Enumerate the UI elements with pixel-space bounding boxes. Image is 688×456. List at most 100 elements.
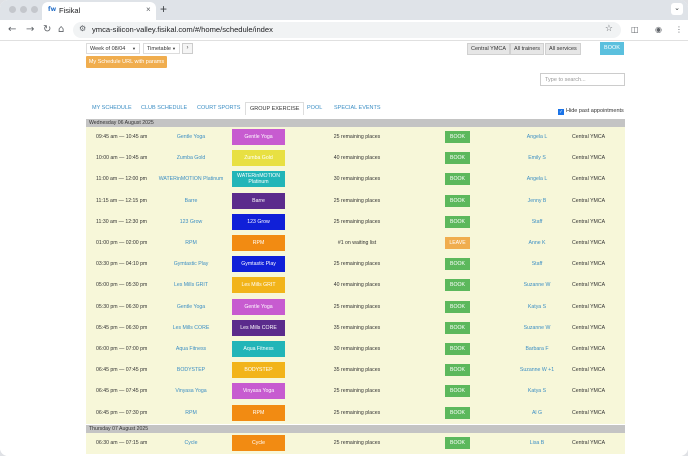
profile-icon[interactable]: ◉ (655, 25, 662, 34)
class-color-badge[interactable]: WATERinMOTION Platinum (232, 171, 285, 188)
tab-court-sports[interactable]: COURT SPORTS (197, 105, 240, 111)
instructor-link[interactable]: Suzanne W +1 (506, 367, 568, 373)
class-name-link[interactable]: BODYSTEP (146, 367, 236, 373)
class-color-badge[interactable]: Zumba Gold (232, 150, 285, 167)
instructor-link[interactable]: Katya S (506, 388, 568, 394)
class-name-link[interactable]: Les Mills CORE (146, 325, 236, 331)
class-color-badge[interactable]: Gentle Yoga (232, 129, 285, 145)
close-icon[interactable]: × (146, 5, 151, 14)
schedule-url-button[interactable]: My Schedule URL with params (86, 56, 167, 68)
forward-icon[interactable]: → (26, 24, 34, 35)
class-time: 01:00 pm — 02:00 pm (96, 240, 148, 246)
more-menu-icon[interactable]: ⋮ (675, 25, 683, 34)
instructor-link[interactable]: Jenny B (506, 198, 568, 204)
leave-button[interactable]: LEAVE (445, 237, 470, 249)
class-color-badge[interactable]: Aqua Fitness (232, 341, 285, 357)
tab-my-schedule[interactable]: MY SCHEDULE (92, 105, 132, 111)
class-color-badge[interactable]: Les Mills CORE (232, 319, 285, 336)
tab-search-icon[interactable]: ⌄ (671, 3, 683, 15)
class-color-badge[interactable]: BODYSTEP (232, 362, 285, 379)
book-button[interactable]: BOOK (445, 279, 470, 292)
back-icon[interactable]: ← (8, 24, 16, 35)
class-name-link[interactable]: Barre (146, 198, 236, 204)
new-tab-button[interactable]: + (160, 2, 167, 16)
class-name-link[interactable]: Gentle Yoga (146, 304, 236, 310)
instructor-link[interactable]: Barbara F (506, 346, 568, 352)
window-minimize-dot[interactable] (20, 6, 27, 13)
class-color-badge[interactable]: Gentle Yoga (232, 298, 285, 315)
class-color-badge[interactable]: Cycle (232, 434, 285, 451)
book-button[interactable]: BOOK (445, 321, 470, 334)
view-select[interactable]: Timetable ▼ (143, 43, 180, 54)
instructor-link[interactable]: Katya S (506, 304, 568, 310)
extensions-icon[interactable]: ◫ (631, 25, 639, 34)
checkbox-checked-icon[interactable]: ✓ (558, 109, 564, 115)
class-color-badge[interactable]: Vinyasa Yoga (232, 383, 285, 400)
class-color-badge[interactable]: Gymtastic Play (232, 256, 285, 273)
book-button[interactable]: BOOK (445, 258, 470, 271)
window-close-dot[interactable] (9, 6, 16, 13)
class-name-link[interactable]: Vinyasa Yoga (146, 388, 236, 394)
book-button[interactable]: BOOK (445, 131, 470, 143)
class-name-link[interactable]: Les Mills GRIT (146, 282, 236, 288)
class-color-badge[interactable]: RPM (232, 404, 285, 421)
book-button[interactable]: BOOK (445, 173, 470, 186)
tab-group-exercise[interactable]: GROUP EXERCISE (245, 102, 305, 115)
instructor-link[interactable]: Staff (506, 219, 568, 225)
class-name-link[interactable]: Aqua Fitness (146, 346, 236, 352)
places-status: 25 remaining places (333, 388, 381, 395)
tab-club-schedule[interactable]: CLUB SCHEDULE (141, 105, 187, 111)
instructor-link[interactable]: Al G (506, 410, 568, 416)
trainer-filter[interactable]: All trainers (510, 43, 544, 55)
book-button[interactable]: BOOK (445, 152, 470, 165)
url-text[interactable]: ymca-silicon-valley.fisikal.com/#/home/s… (92, 25, 273, 34)
class-name-link[interactable]: Gentle Yoga (146, 134, 236, 140)
class-name-link[interactable]: RPM (146, 410, 236, 416)
instructor-link[interactable]: Anne K (506, 240, 568, 246)
class-color-badge[interactable]: Barre (232, 192, 285, 209)
class-name-link[interactable]: WATERinMOTION Platinum (146, 176, 236, 182)
address-bar[interactable]: ⚙ ymca-silicon-valley.fisikal.com/#/home… (73, 22, 621, 38)
class-color-badge[interactable]: RPM (232, 235, 285, 251)
instructor-link[interactable]: Suzanne W (506, 282, 568, 288)
week-select-value: Week of 08/04 (90, 46, 126, 52)
instructor-link[interactable]: Angela L (506, 176, 568, 182)
tab-pool[interactable]: POOL (307, 105, 322, 111)
book-button[interactable]: BOOK (445, 436, 470, 449)
next-week-button[interactable]: › (182, 43, 193, 54)
instructor-link[interactable]: Lisa B (506, 440, 568, 446)
class-color-badge[interactable]: Les Mills GRIT (232, 277, 285, 294)
class-name-link[interactable]: Gymtastic Play (146, 261, 236, 267)
class-name-link[interactable]: Zumba Gold (146, 155, 236, 161)
reload-icon[interactable]: ↻ (43, 24, 51, 35)
instructor-link[interactable]: Emily S (506, 155, 568, 161)
instructor-link[interactable]: Staff (506, 261, 568, 267)
location-filter[interactable]: Central YMCA (467, 43, 511, 55)
book-button[interactable]: BOOK (445, 385, 470, 398)
places-status: 30 remaining places (333, 346, 381, 352)
class-name-link[interactable]: 123 Grow (146, 219, 236, 225)
window-zoom-dot[interactable] (31, 6, 38, 13)
book-button[interactable]: BOOK (600, 42, 624, 55)
book-button[interactable]: BOOK (445, 194, 470, 207)
instructor-link[interactable]: Angela L (506, 134, 568, 140)
browser-tab[interactable]: fw Fisikal × (42, 2, 156, 20)
class-name-link[interactable]: RPM (146, 240, 236, 246)
home-icon[interactable]: ⌂ (58, 24, 64, 35)
bookmark-star-icon[interactable]: ☆ (605, 24, 613, 34)
book-button[interactable]: BOOK (445, 364, 470, 377)
class-color-badge[interactable]: 123 Grow (232, 213, 285, 230)
hide-past-toggle[interactable]: ✓ Hide past appointments (558, 108, 624, 115)
search-input[interactable]: Type to search... (540, 73, 625, 86)
book-button[interactable]: BOOK (445, 406, 470, 419)
week-select[interactable]: Week of 08/04 ▼ (86, 43, 140, 54)
tab-special-events[interactable]: SPECIAL EVENTS (334, 105, 381, 111)
book-button[interactable]: BOOK (445, 300, 470, 313)
book-button[interactable]: BOOK (445, 343, 470, 355)
book-button[interactable]: BOOK (445, 215, 470, 228)
site-settings-icon[interactable]: ⚙ (79, 24, 86, 33)
table-row: 10:00 am — 10:45 am Zumba Gold Zumba Gold 4… (86, 148, 625, 169)
class-name-link[interactable]: Cycle (146, 440, 236, 446)
instructor-link[interactable]: Suzanne W (506, 325, 568, 331)
service-filter[interactable]: All services (545, 43, 581, 55)
